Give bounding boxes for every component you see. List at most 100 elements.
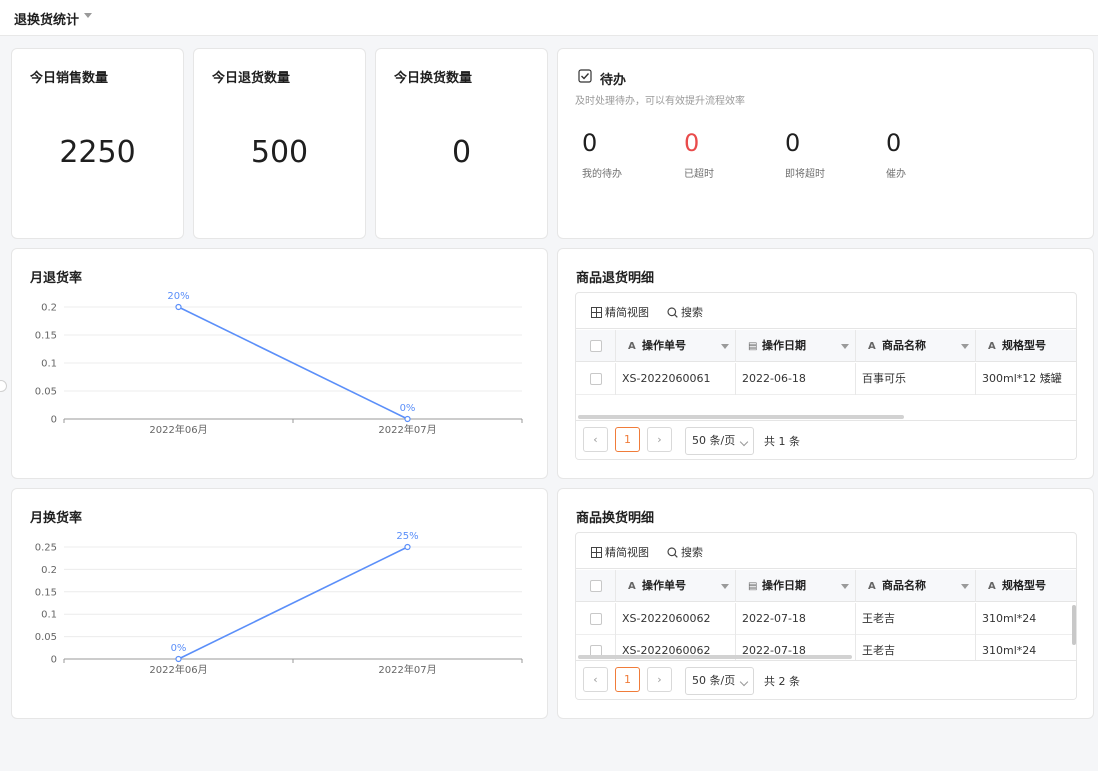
next-page-button[interactable]: › — [647, 427, 672, 452]
date-field-icon: ▤ — [748, 581, 758, 592]
y-tick-label: 0.1 — [41, 610, 57, 621]
column-header-product-name[interactable]: A 商品名称 — [856, 330, 976, 362]
column-menu-icon[interactable] — [841, 584, 849, 589]
todo-my-pending[interactable]: 0 我的待办 — [576, 129, 666, 180]
table-cell: XS-2022060062 — [616, 603, 736, 635]
text-field-icon: A — [628, 341, 636, 352]
next-page-button[interactable]: › — [647, 667, 672, 692]
pagination: ‹ 1 › 50 条/页 共 2 条 — [576, 660, 1076, 699]
compact-view-button[interactable]: 精简视图 — [591, 304, 649, 320]
check-circle-icon — [578, 69, 592, 83]
data-label: 20% — [167, 291, 189, 302]
table-cell: XS-2022060061 — [616, 363, 736, 395]
todo-urge[interactable]: 0 催办 — [880, 129, 970, 180]
select-all-cell — [576, 570, 616, 602]
text-field-icon: A — [628, 581, 636, 592]
column-label: 操作单号 — [642, 579, 686, 592]
data-point — [404, 543, 411, 551]
x-tick-label: 2022年06月 — [149, 663, 207, 676]
todo-overdue[interactable]: 0 已超时 — [678, 129, 768, 180]
y-tick-label: 0.25 — [35, 543, 57, 554]
column-header-order-no[interactable]: A 操作单号 — [616, 570, 736, 602]
text-field-icon: A — [868, 341, 876, 352]
todo-count: 0 — [684, 129, 700, 157]
table-cell: 300ml*12 矮罐 — [976, 363, 1076, 395]
data-label: 25% — [396, 531, 418, 542]
column-header-order-no[interactable]: A 操作单号 — [616, 330, 736, 362]
table-row[interactable]: XS-2022060061 2022-06-18 百事可乐 300ml*12 矮… — [576, 363, 1076, 395]
text-field-icon: A — [988, 341, 996, 352]
search-label: 搜索 — [681, 546, 703, 559]
series-line — [178, 546, 408, 660]
stat-card-exchanges: 今日换货数量 0 — [375, 48, 548, 239]
y-tick-label: 0.05 — [35, 632, 57, 643]
prev-page-button[interactable]: ‹ — [583, 427, 608, 452]
exchange-rate-chart-card: 月换货率 0 0.05 0.1 0.15 0.2 0.25 2022年06月 2022年07月… — [11, 488, 548, 719]
compact-view-button[interactable]: 精简视图 — [591, 544, 649, 560]
select-all-checkbox[interactable] — [590, 580, 602, 592]
table-header: A 操作单号 ▤ 操作日期 A 商品名称 A 规格型号 — [576, 570, 1076, 602]
column-header-spec[interactable]: A 规格型号 — [976, 330, 1076, 362]
exchange-detail-card: 商品换货明细 精简视图 搜索 A 操作单号 ▤ 操作日期 A 商品名称 A 规格型号 X… — [557, 488, 1094, 719]
column-header-date[interactable]: ▤ 操作日期 — [736, 570, 856, 602]
column-header-product-name[interactable]: A 商品名称 — [856, 570, 976, 602]
column-menu-icon[interactable] — [721, 344, 729, 349]
return-detail-grid: 精简视图 搜索 A 操作单号 ▤ 操作日期 A 商品名称 A 规格型号 XS-20220… — [575, 292, 1077, 460]
todo-count: 0 — [785, 129, 801, 157]
stat-value: 0 — [451, 135, 472, 170]
page-size-select[interactable]: 50 条/页 — [685, 427, 754, 455]
search-icon — [667, 306, 678, 318]
search-button[interactable]: 搜索 — [667, 544, 703, 560]
todo-count: 0 — [582, 129, 598, 157]
column-header-date[interactable]: ▤ 操作日期 — [736, 330, 856, 362]
vertical-scrollbar[interactable] — [1072, 605, 1076, 645]
title-dropdown-icon[interactable] — [84, 13, 92, 18]
page-title[interactable]: 退换货统计 — [14, 9, 79, 28]
y-tick-label: 0.1 — [41, 359, 57, 370]
total-count: 共 1 条 — [764, 435, 800, 448]
prev-page-button[interactable]: ‹ — [583, 667, 608, 692]
grid-view-icon — [591, 546, 602, 558]
exchange-rate-chart: 0 0.05 0.1 0.15 0.2 0.25 2022年06月 2022年07月 0% 25% — [35, 531, 523, 676]
todo-title: 待办 — [600, 73, 627, 88]
y-tick-label: 0.15 — [35, 587, 57, 598]
return-rate-chart: 0 0.05 0.1 0.15 0.2 2022年06月 2022年07月 20% 0% — [35, 291, 523, 436]
select-all-checkbox[interactable] — [590, 340, 602, 352]
row-select-cell — [576, 603, 616, 635]
column-menu-icon[interactable] — [961, 344, 969, 349]
side-collapse-handle[interactable] — [0, 380, 7, 392]
todo-count: 0 — [886, 129, 902, 157]
search-label: 搜索 — [681, 306, 703, 319]
y-tick-label: 0.2 — [41, 303, 57, 314]
search-button[interactable]: 搜索 — [667, 304, 703, 320]
page-number-button[interactable]: 1 — [615, 427, 640, 452]
date-field-icon: ▤ — [748, 341, 758, 352]
column-label: 操作单号 — [642, 339, 686, 352]
page-header: 退换货统计 — [0, 0, 1098, 36]
data-label: 0% — [171, 643, 187, 654]
column-label: 规格型号 — [1002, 339, 1046, 352]
return-detail-card: 商品退货明细 精简视图 搜索 A 操作单号 ▤ 操作日期 A 商品名称 A 规格型号 X… — [557, 248, 1094, 479]
total-count: 共 2 条 — [764, 675, 800, 688]
column-menu-icon[interactable] — [961, 584, 969, 589]
column-label: 操作日期 — [762, 339, 806, 352]
page-number-button[interactable]: 1 — [615, 667, 640, 692]
exchange-detail-grid: 精简视图 搜索 A 操作单号 ▤ 操作日期 A 商品名称 A 规格型号 XS-20220… — [575, 532, 1077, 700]
row-checkbox[interactable] — [590, 613, 602, 625]
chevron-down-icon — [739, 677, 749, 687]
column-header-spec[interactable]: A 规格型号 — [976, 570, 1076, 602]
pagination: ‹ 1 › 50 条/页 共 1 条 — [576, 420, 1076, 459]
column-menu-icon[interactable] — [841, 344, 849, 349]
stat-card-sales: 今日销售数量 2250 — [11, 48, 184, 239]
row-checkbox[interactable] — [590, 373, 602, 385]
todo-label: 我的待办 — [582, 169, 622, 180]
column-menu-icon[interactable] — [721, 584, 729, 589]
horizontal-scrollbar[interactable] — [578, 655, 852, 659]
grid-view-icon — [591, 306, 602, 318]
table-row[interactable]: XS-2022060062 2022-07-18 王老吉 310ml*24 — [576, 603, 1076, 635]
page-size-select[interactable]: 50 条/页 — [685, 667, 754, 695]
row-select-cell — [576, 363, 616, 395]
todo-due-soon[interactable]: 0 即将超时 — [779, 129, 869, 180]
x-tick-label: 2022年07月 — [378, 423, 436, 436]
horizontal-scrollbar[interactable] — [578, 415, 904, 419]
